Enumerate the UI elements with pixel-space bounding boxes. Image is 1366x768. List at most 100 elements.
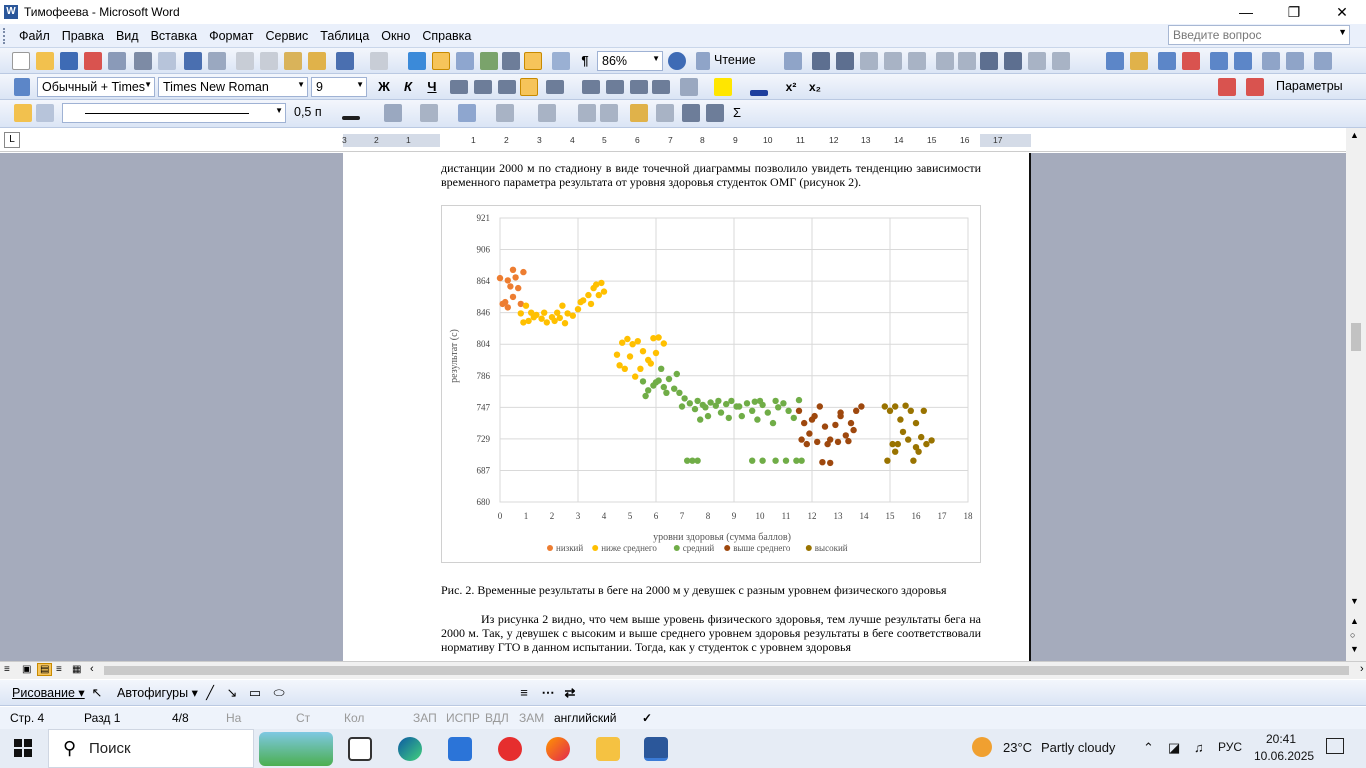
- file-explorer-icon[interactable]: [596, 737, 620, 761]
- chevron-down-icon[interactable]: ▼: [144, 80, 152, 89]
- autoshapes-menu-button[interactable]: Автофигуры ▾: [117, 685, 198, 700]
- italic-button[interactable]: К: [398, 77, 418, 97]
- delete-picture-icon[interactable]: [1004, 52, 1022, 70]
- task-view-icon[interactable]: [348, 737, 372, 761]
- underline-button[interactable]: Ч: [422, 77, 442, 97]
- crop-icon[interactable]: [936, 52, 954, 70]
- tray-expand-icon[interactable]: ⌃: [1143, 740, 1154, 756]
- maximize-button[interactable]: ❐: [1270, 0, 1318, 24]
- menu-file[interactable]: Файл: [13, 29, 56, 43]
- distribute-rows-icon[interactable]: [578, 104, 596, 122]
- accept-change-icon[interactable]: [1158, 52, 1176, 70]
- show-formatting-icon[interactable]: ¶: [576, 51, 594, 71]
- light-icon[interactable]: [884, 52, 902, 70]
- align-center-icon[interactable]: [474, 80, 492, 94]
- print-icon[interactable]: [134, 52, 152, 70]
- compress-icon[interactable]: [980, 52, 998, 70]
- save-icon[interactable]: [60, 52, 78, 70]
- status-language[interactable]: английский: [554, 711, 616, 725]
- undo-icon[interactable]: [336, 52, 354, 70]
- close-button[interactable]: ✕: [1318, 0, 1366, 24]
- style-select[interactable]: Обычный + Times ▼: [37, 77, 155, 97]
- styles-icon[interactable]: [14, 78, 30, 96]
- horizontal-scrollbar[interactable]: ≡ ▣ ▤ ≡ ▦ ‹ ›: [0, 661, 1366, 679]
- next-page-icon[interactable]: ▼: [1350, 644, 1359, 654]
- mail-merge-icon[interactable]: [1234, 52, 1252, 70]
- open-folder-icon[interactable]: [36, 52, 54, 70]
- pdf-icon[interactable]: [1218, 78, 1236, 96]
- status-rec[interactable]: ЗАП: [413, 711, 437, 725]
- start-windows-icon[interactable]: [14, 739, 32, 757]
- cut-icon[interactable]: [236, 52, 254, 70]
- oval-tool-icon[interactable]: ⬭: [270, 683, 288, 703]
- labels-icon[interactable]: [1286, 52, 1304, 70]
- clock-date[interactable]: 10.06.2025: [1254, 749, 1314, 763]
- menu-table[interactable]: Таблица: [314, 29, 375, 43]
- bold-button[interactable]: Ж: [374, 77, 394, 97]
- paste-icon[interactable]: [284, 52, 302, 70]
- status-ovr[interactable]: ЗАМ: [519, 711, 544, 725]
- comment-icon[interactable]: [1130, 52, 1148, 70]
- scatter-chart[interactable]: 680 687 729 747 786 804 846 864 906 921 0 1 2 3 4 5 6 7 8 9…: [441, 205, 981, 563]
- chevron-down-icon[interactable]: ▼: [652, 54, 660, 63]
- compare-icon[interactable]: [1314, 52, 1332, 70]
- document-map-icon[interactable]: [552, 52, 570, 70]
- superscript-icon[interactable]: x²: [782, 77, 800, 97]
- fill-icon[interactable]: [1028, 52, 1046, 70]
- read-mode-icon[interactable]: [696, 52, 710, 70]
- pdf-options-icon[interactable]: [1246, 78, 1264, 96]
- insert-excel-icon[interactable]: [480, 52, 498, 70]
- web-view-icon[interactable]: ▣: [22, 664, 31, 675]
- new-document-icon[interactable]: [12, 52, 30, 70]
- insert-table-2-icon[interactable]: [458, 104, 476, 122]
- browse-object-icon[interactable]: ○: [1350, 630, 1355, 640]
- sort-descending-icon[interactable]: [706, 104, 724, 122]
- zoom-select[interactable]: 86% ▼: [597, 51, 663, 71]
- chevron-down-icon[interactable]: ▼: [275, 106, 283, 115]
- bullets-icon[interactable]: [606, 80, 624, 94]
- pen-icon[interactable]: [1052, 52, 1070, 70]
- menu-help[interactable]: Справка: [416, 29, 477, 43]
- help-icon[interactable]: [668, 52, 686, 70]
- weather-desc[interactable]: Partly cloudy: [1041, 740, 1115, 755]
- redo-icon[interactable]: [370, 52, 388, 70]
- line-tool-icon[interactable]: ╱: [202, 683, 218, 703]
- scroll-thumb[interactable]: [1351, 323, 1361, 351]
- insert-table-icon[interactable]: [456, 52, 474, 70]
- justify-icon[interactable]: [520, 78, 538, 96]
- align-left-icon[interactable]: [450, 80, 468, 94]
- 3d-icon[interactable]: [860, 52, 878, 70]
- clock-time[interactable]: 20:41: [1266, 732, 1296, 746]
- status-ext[interactable]: ВДЛ: [485, 711, 509, 725]
- format-painter-icon[interactable]: [308, 52, 326, 70]
- menu-edit[interactable]: Правка: [56, 29, 110, 43]
- permission-icon[interactable]: [84, 52, 102, 70]
- increase-indent-icon[interactable]: [652, 80, 670, 94]
- menu-view[interactable]: Вид: [110, 29, 145, 43]
- copy-icon[interactable]: [260, 52, 278, 70]
- hyperlink-icon[interactable]: [408, 52, 426, 70]
- line-weight-select[interactable]: 0,5 п: [290, 103, 338, 123]
- draw-table-icon[interactable]: [14, 104, 32, 122]
- font-color-icon[interactable]: [750, 90, 768, 96]
- menu-window[interactable]: Окно: [375, 29, 416, 43]
- distribute-columns-icon[interactable]: [600, 104, 618, 122]
- envelope-icon[interactable]: [1262, 52, 1280, 70]
- borders-icon[interactable]: [680, 78, 698, 96]
- text-direction-icon[interactable]: [656, 104, 674, 122]
- scroll-right-icon[interactable]: ›: [1360, 663, 1364, 675]
- rectangle-tool-icon[interactable]: ▭: [246, 683, 264, 703]
- select-objects-icon[interactable]: ↖: [90, 683, 104, 703]
- print-preview-icon[interactable]: [158, 52, 176, 70]
- move-icon[interactable]: [958, 52, 976, 70]
- horizontal-scroll-thumb[interactable]: [104, 666, 1349, 675]
- word-taskbar-icon[interactable]: [644, 737, 668, 761]
- ask-question-input[interactable]: Введите вопрос ▼: [1168, 25, 1350, 45]
- tab-selector[interactable]: L: [4, 132, 20, 148]
- normal-view-icon[interactable]: ≡: [4, 664, 10, 675]
- shape-icon[interactable]: [836, 52, 854, 70]
- chevron-down-icon[interactable]: ▼: [356, 80, 364, 89]
- arrow-tool-icon[interactable]: ↘: [224, 683, 240, 703]
- track-changes-icon[interactable]: [1106, 52, 1124, 70]
- font-size-select[interactable]: 9 ▼: [311, 77, 367, 97]
